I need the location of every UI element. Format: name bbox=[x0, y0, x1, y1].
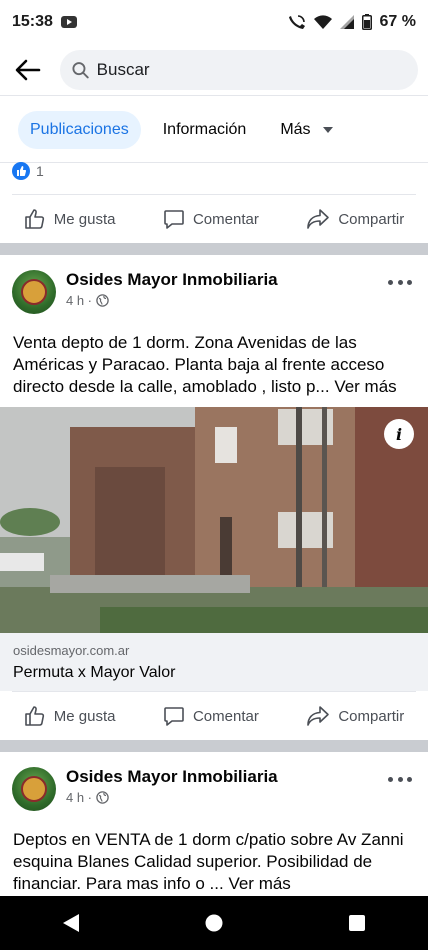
caret-down-icon bbox=[322, 126, 333, 133]
tab-mas[interactable]: Más bbox=[268, 111, 344, 149]
post-options-button[interactable] bbox=[388, 274, 412, 290]
share-button[interactable]: Compartir bbox=[306, 208, 404, 230]
share-icon bbox=[307, 209, 330, 229]
post-actions: Me gusta Comentar Compartir bbox=[0, 195, 428, 243]
tab-mas-label: Más bbox=[280, 120, 311, 138]
search-icon bbox=[72, 61, 89, 78]
wifi-calling-icon bbox=[288, 15, 305, 29]
like-button[interactable]: Me gusta bbox=[24, 705, 116, 727]
nav-back-button[interactable] bbox=[41, 903, 101, 943]
share-label: Compartir bbox=[338, 210, 405, 228]
thumbs-up-icon bbox=[24, 209, 44, 229]
battery-icon bbox=[361, 14, 372, 30]
share-icon bbox=[307, 706, 330, 726]
comment-icon bbox=[164, 210, 184, 229]
signal-icon bbox=[339, 15, 354, 29]
link-preview[interactable]: osidesmayor.com.ar Permuta x Mayor Valor bbox=[0, 633, 428, 691]
triangle-back-icon bbox=[63, 914, 80, 932]
square-recents-icon bbox=[348, 915, 365, 931]
see-more-link[interactable]: Ver más bbox=[334, 377, 396, 396]
wifi-icon bbox=[313, 15, 332, 29]
comment-icon bbox=[164, 707, 184, 726]
comment-label: Comentar bbox=[192, 707, 259, 725]
page-name[interactable]: Osides Mayor Inmobiliaria bbox=[66, 270, 278, 290]
post-header: Osides Mayor Inmobiliaria 4 h · bbox=[0, 266, 428, 322]
comment-button[interactable]: Comentar bbox=[163, 208, 259, 230]
see-more-link[interactable]: Ver más bbox=[228, 874, 290, 893]
nav-recents-button[interactable] bbox=[327, 903, 387, 943]
status-time: 15:38 bbox=[12, 13, 53, 30]
page-name[interactable]: Osides Mayor Inmobiliaria bbox=[66, 767, 278, 787]
like-reaction-icon bbox=[12, 162, 30, 180]
comment-label: Comentar bbox=[192, 210, 259, 228]
post-header: Osides Mayor Inmobiliaria 4 h · bbox=[0, 763, 428, 819]
globe-icon bbox=[96, 294, 109, 307]
back-button[interactable] bbox=[10, 52, 46, 88]
feed-separator bbox=[0, 243, 428, 255]
youtube-notification-icon bbox=[60, 16, 77, 28]
like-label: Me gusta bbox=[53, 210, 116, 228]
search-input[interactable] bbox=[96, 59, 406, 80]
post-time[interactable]: 4 h · bbox=[66, 293, 92, 308]
post-time[interactable]: 4 h · bbox=[66, 790, 92, 805]
post-body: Deptos en VENTA de 1 dorm c/patio sobre … bbox=[13, 830, 404, 893]
share-button[interactable]: Compartir bbox=[306, 705, 404, 727]
circle-home-icon bbox=[205, 914, 223, 932]
like-button[interactable]: Me gusta bbox=[24, 208, 116, 230]
post-meta: 4 h · bbox=[66, 293, 109, 308]
post-image[interactable]: i bbox=[0, 407, 428, 633]
arrow-left-icon bbox=[15, 59, 41, 80]
tab-informacion[interactable]: Información bbox=[151, 111, 259, 149]
search-box[interactable] bbox=[60, 49, 418, 90]
system-navigation-bar bbox=[0, 896, 428, 950]
post-options-button[interactable] bbox=[388, 771, 412, 787]
search-header bbox=[0, 44, 428, 96]
tab-publicaciones[interactable]: Publicaciones bbox=[18, 110, 141, 149]
reaction-count: 1 bbox=[36, 163, 44, 179]
post-body: Venta depto de 1 dorm. Zona Avenidas de … bbox=[13, 333, 385, 396]
info-button[interactable]: i bbox=[384, 419, 414, 449]
post-text: Deptos en VENTA de 1 dorm c/patio sobre … bbox=[13, 829, 417, 895]
thumbs-up-icon bbox=[24, 706, 44, 726]
page-avatar[interactable] bbox=[12, 270, 56, 314]
page-avatar[interactable] bbox=[12, 767, 56, 811]
nav-home-button[interactable] bbox=[184, 903, 244, 943]
link-domain: osidesmayor.com.ar bbox=[13, 643, 130, 658]
status-indicators: 67 % bbox=[288, 13, 416, 31]
link-title: Permuta x Mayor Valor bbox=[13, 664, 176, 681]
share-label: Compartir bbox=[338, 707, 405, 725]
post-actions: Me gusta Comentar Compartir bbox=[0, 692, 428, 740]
feed-separator bbox=[0, 740, 428, 752]
globe-icon bbox=[96, 791, 109, 804]
like-label: Me gusta bbox=[53, 707, 116, 725]
battery-level: 67 % bbox=[379, 13, 416, 30]
building-photo bbox=[0, 407, 428, 633]
reaction-summary[interactable]: 1 bbox=[12, 162, 44, 180]
page-tabs: Publicaciones Información Más bbox=[0, 97, 428, 163]
comment-button[interactable]: Comentar bbox=[163, 705, 259, 727]
post-text: Venta depto de 1 dorm. Zona Avenidas de … bbox=[13, 332, 417, 398]
post-meta: 4 h · bbox=[66, 790, 109, 805]
status-bar: 15:38 67 % bbox=[0, 0, 428, 44]
